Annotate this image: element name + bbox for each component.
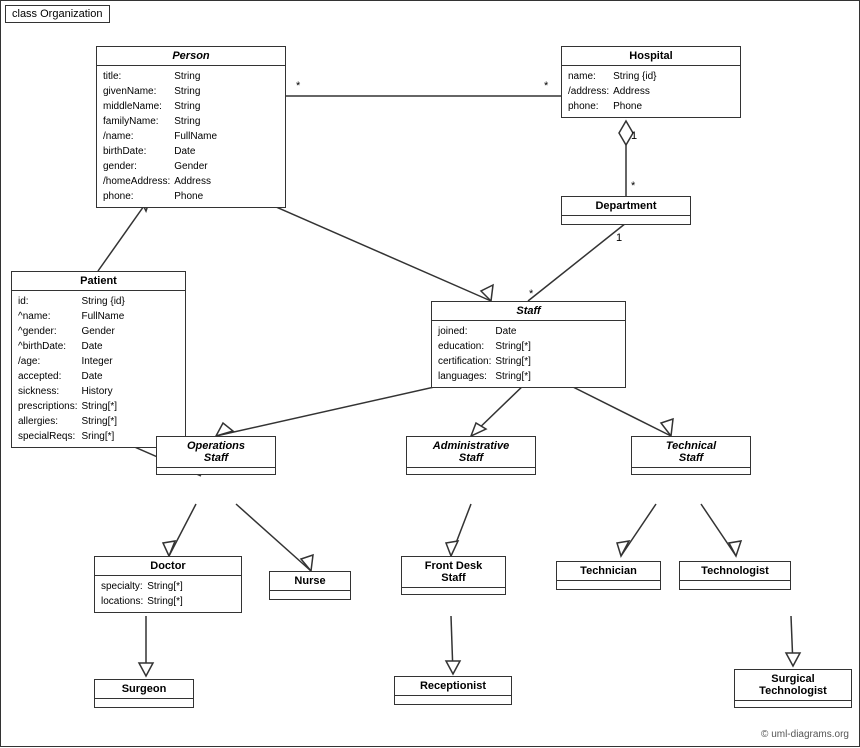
class-surgeon: Surgeon (94, 679, 194, 708)
class-technical-staff-header: TechnicalStaff (632, 437, 750, 468)
class-staff: Staff joined:Date education:String[*] ce… (431, 301, 626, 388)
class-administrative-staff: AdministrativeStaff (406, 436, 536, 475)
class-front-desk-staff: Front DeskStaff (401, 556, 506, 595)
class-technician-body (557, 581, 660, 589)
diagram: class Organization * * 1 * 1 * * * (0, 0, 860, 747)
class-doctor-header: Doctor (95, 557, 241, 576)
class-surgeon-header: Surgeon (95, 680, 193, 699)
class-doctor: Doctor specialty:String[*] locations:Str… (94, 556, 242, 613)
class-technologist: Technologist (679, 561, 791, 590)
class-technical-staff-body (632, 468, 750, 474)
class-hospital: Hospital name:String {id} /address:Addre… (561, 46, 741, 118)
class-patient: Patient id:String {id} ^name:FullName ^g… (11, 271, 186, 448)
class-hospital-header: Hospital (562, 47, 740, 66)
class-technician: Technician (556, 561, 661, 590)
svg-text:*: * (529, 288, 534, 300)
class-front-desk-staff-header: Front DeskStaff (402, 557, 505, 588)
class-operations-staff-body (157, 468, 275, 474)
class-department-header: Department (562, 197, 690, 216)
class-technologist-body (680, 581, 790, 589)
class-technician-header: Technician (557, 562, 660, 581)
class-person-header: Person (97, 47, 285, 66)
class-staff-body: joined:Date education:String[*] certific… (432, 321, 625, 387)
class-patient-body: id:String {id} ^name:FullName ^gender:Ge… (12, 291, 185, 447)
svg-text:*: * (544, 80, 549, 92)
class-front-desk-staff-body (402, 588, 505, 594)
class-nurse-header: Nurse (270, 572, 350, 591)
copyright: © uml-diagrams.org (761, 729, 849, 740)
class-receptionist-header: Receptionist (395, 677, 511, 696)
class-surgical-technologist: SurgicalTechnologist (734, 669, 852, 708)
class-department-body (562, 216, 690, 224)
class-hospital-body: name:String {id} /address:Address phone:… (562, 66, 740, 117)
svg-text:*: * (631, 180, 636, 192)
class-operations-staff: OperationsStaff (156, 436, 276, 475)
class-technologist-header: Technologist (680, 562, 790, 581)
class-technical-staff: TechnicalStaff (631, 436, 751, 475)
diagram-title: class Organization (5, 5, 110, 23)
class-administrative-staff-header: AdministrativeStaff (407, 437, 535, 468)
class-administrative-staff-body (407, 468, 535, 474)
svg-text:1: 1 (631, 130, 637, 142)
class-surgical-technologist-body (735, 701, 851, 707)
class-nurse-body (270, 591, 350, 599)
class-receptionist: Receptionist (394, 676, 512, 705)
class-patient-header: Patient (12, 272, 185, 291)
svg-text:1: 1 (616, 232, 622, 244)
class-person: Person title:String givenName:String mid… (96, 46, 286, 208)
class-surgical-technologist-header: SurgicalTechnologist (735, 670, 851, 701)
svg-text:*: * (296, 80, 301, 92)
class-person-body: title:String givenName:String middleName… (97, 66, 285, 207)
class-doctor-body: specialty:String[*] locations:String[*] (95, 576, 241, 612)
class-department: Department (561, 196, 691, 225)
class-surgeon-body (95, 699, 193, 707)
class-operations-staff-header: OperationsStaff (157, 437, 275, 468)
class-nurse: Nurse (269, 571, 351, 600)
class-staff-header: Staff (432, 302, 625, 321)
class-receptionist-body (395, 696, 511, 704)
